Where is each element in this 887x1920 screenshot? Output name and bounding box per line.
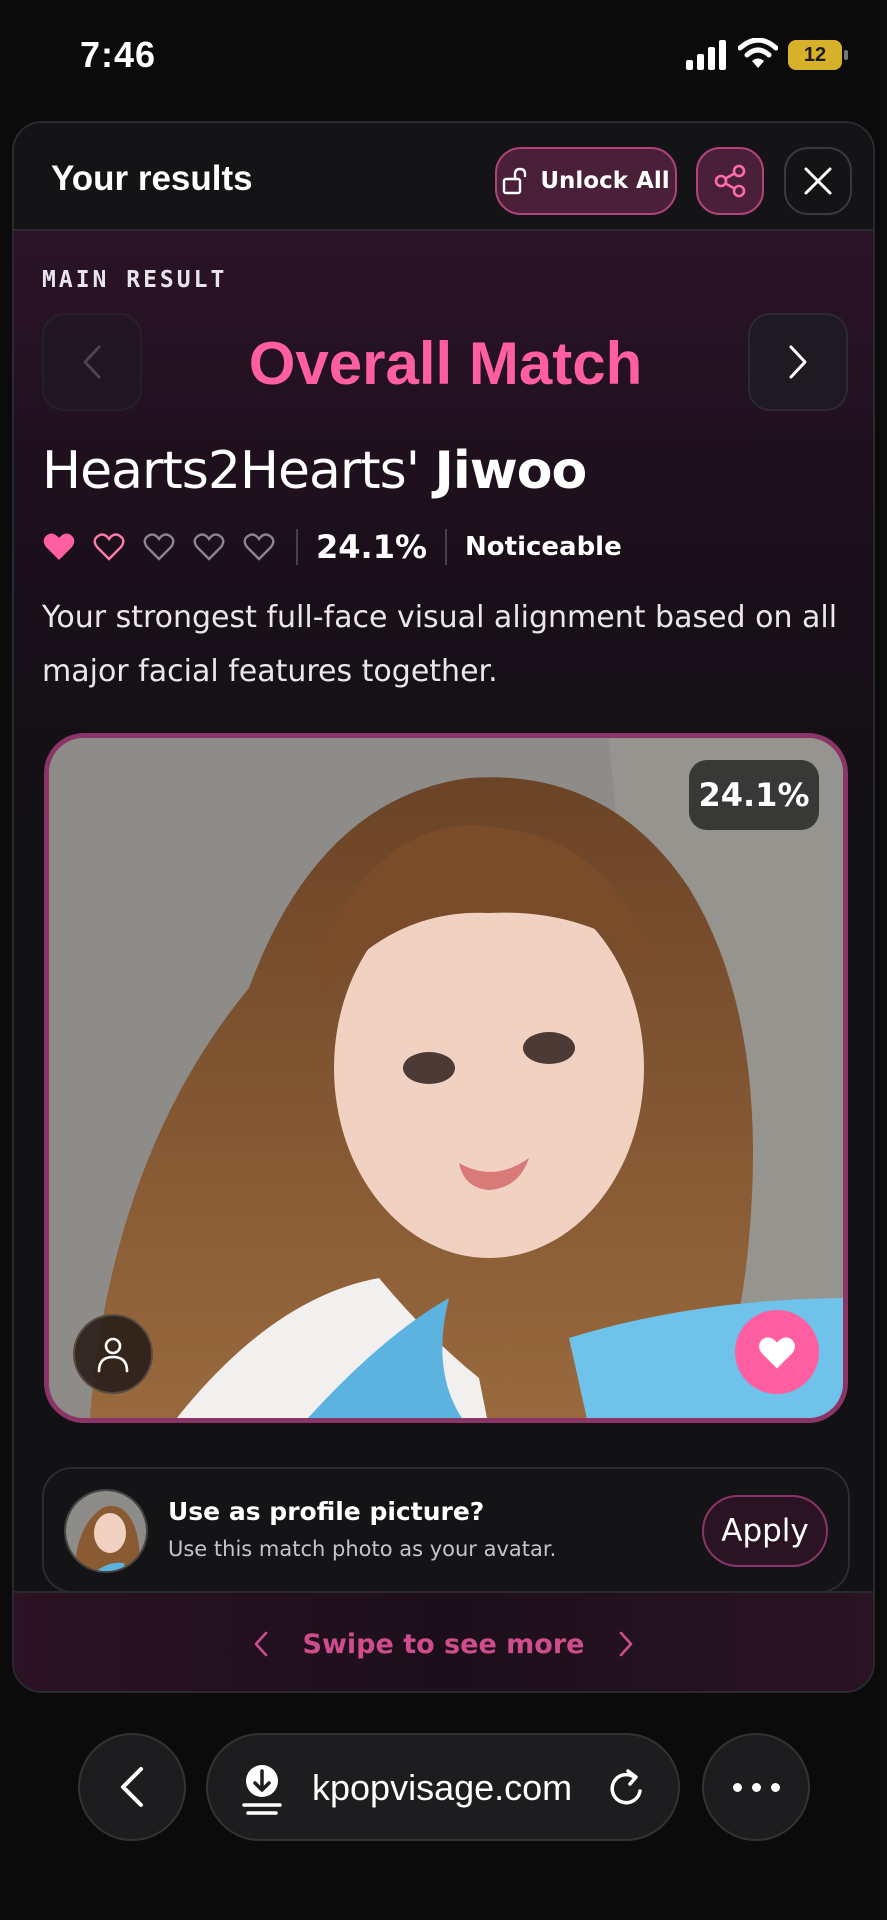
swipe-hint[interactable]: Swipe to see more — [14, 1591, 873, 1691]
next-result-button[interactable] — [748, 313, 848, 411]
profile-picture-prompt: Use as profile picture? Use this match p… — [42, 1467, 850, 1593]
heart-icon — [759, 1337, 795, 1369]
dot — [751, 1782, 761, 1792]
dot — [770, 1782, 780, 1792]
share-icon — [714, 164, 746, 198]
match-percent: 24.1% — [316, 528, 428, 566]
chevron-left-icon — [254, 1631, 267, 1657]
reload-icon[interactable] — [606, 1767, 648, 1809]
match-group: Hearts2Hearts' — [42, 441, 420, 501]
profile-question: Use as profile picture? — [168, 1497, 485, 1526]
download-icon — [242, 1765, 282, 1815]
results-modal: Your results Unlock All MAIN RESULT Over… — [12, 121, 875, 1693]
section-label: MAIN RESULT — [42, 267, 228, 293]
match-member: Jiwoo — [434, 441, 588, 501]
photo-percent-badge: 24.1% — [689, 760, 819, 830]
dot — [732, 1782, 742, 1792]
match-level: Noticeable — [465, 532, 622, 562]
address-bar[interactable]: kpopvisage.com — [206, 1733, 680, 1841]
heart-filled-icon — [43, 533, 75, 560]
url-text: kpopvisage.com — [312, 1767, 573, 1808]
set-avatar-button[interactable] — [73, 1314, 153, 1394]
unlock-all-button[interactable]: Unlock All — [495, 147, 677, 215]
swipe-label: Swipe to see more — [302, 1628, 585, 1660]
result-title: Overall Match — [248, 330, 643, 397]
divider — [445, 529, 448, 565]
heart-outline-icon — [243, 533, 275, 561]
photo-illustration — [49, 738, 843, 1418]
heart-outline-icon — [143, 533, 175, 561]
divider — [296, 529, 298, 565]
chevron-right-icon — [620, 1631, 633, 1657]
status-bar: 7:46 12 — [0, 0, 887, 110]
browser-toolbar: kpopvisage.com — [0, 1695, 887, 1920]
user-icon — [97, 1337, 129, 1373]
close-button[interactable] — [784, 147, 852, 215]
modal-header: Your results Unlock All — [14, 123, 873, 231]
browser-back-button[interactable] — [78, 1733, 186, 1841]
close-icon — [804, 167, 832, 195]
heart-outline-icon — [93, 533, 125, 561]
like-button[interactable] — [735, 1310, 819, 1394]
unlock-all-label: Unlock All — [540, 168, 670, 194]
profile-thumbnail — [64, 1489, 148, 1573]
chevron-left-icon — [121, 1767, 143, 1807]
apply-button[interactable]: Apply — [702, 1495, 828, 1567]
battery-level: 12 — [803, 43, 827, 66]
result-description: Your strongest full-face visual alignmen… — [42, 600, 838, 689]
match-photo: 24.1% — [44, 733, 848, 1423]
thumbnail-image — [66, 1491, 146, 1571]
more-options-button[interactable] — [702, 1733, 810, 1841]
modal-title: Your results — [51, 159, 253, 198]
profile-subtitle: Use this match photo as your avatar. — [168, 1537, 557, 1561]
cellular-signal-icon — [686, 40, 726, 70]
unlock-icon — [503, 167, 527, 195]
wifi-icon — [738, 38, 778, 68]
share-button[interactable] — [696, 147, 764, 215]
battery-indicator: 12 — [788, 40, 848, 70]
rating-row: 24.1% Noticeable — [42, 521, 622, 573]
chevron-right-icon — [789, 345, 807, 379]
match-name: Hearts2Hearts' Jiwoo — [42, 441, 588, 501]
heart-outline-icon — [193, 533, 225, 561]
result-content: MAIN RESULT Overall Match Hearts2Hearts'… — [14, 231, 873, 1593]
status-time: 7:46 — [80, 34, 157, 75]
